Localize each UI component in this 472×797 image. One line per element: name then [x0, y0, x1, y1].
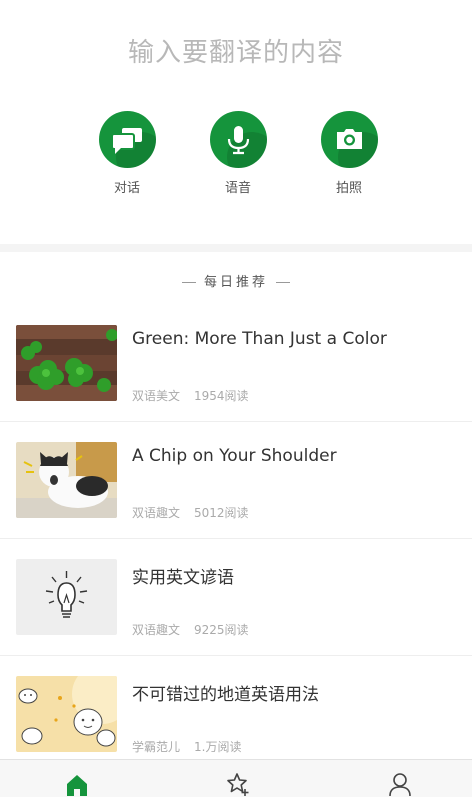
- section-heading-text: 每日推荐: [203, 275, 268, 290]
- chat-bubbles-icon: [98, 111, 156, 168]
- article-item[interactable]: Green: More Than Just a Color 双语美文 1954阅读: [0, 305, 472, 422]
- daily-recommend-section: 每日推荐 Green: More Than Just a Color 双语美文 1…: [0, 252, 472, 773]
- chat-mode-label: 对话: [113, 181, 140, 196]
- chat-mode-button[interactable]: 对话: [82, 111, 172, 196]
- article-thumbnail-cartoon: [16, 676, 117, 752]
- article-item[interactable]: 实用英文谚语 双语趣文 9225阅读: [0, 539, 472, 656]
- article-category: 双语美文: [132, 389, 181, 403]
- camera-mode-label: 拍照: [335, 181, 362, 196]
- tab-profile[interactable]: [370, 760, 430, 797]
- article-read-count: 1.万阅读: [194, 740, 242, 754]
- user-icon: [389, 773, 411, 796]
- article-thumbnail-clover: [16, 325, 117, 401]
- translate-input[interactable]: 输入要翻译的内容: [0, 32, 472, 69]
- tab-favorites[interactable]: [208, 760, 268, 797]
- article-title: 实用英文谚语: [132, 568, 234, 588]
- camera-icon: [320, 111, 378, 168]
- article-thumbnail-lightbulb: [16, 559, 117, 635]
- article-meta: 双语趣文 5012阅读: [132, 504, 249, 521]
- microphone-icon: [209, 111, 267, 168]
- divider: [276, 282, 290, 283]
- bottom-tab-bar: [0, 759, 472, 797]
- article-category: 双语趣文: [132, 506, 181, 520]
- article-meta: 学霸范儿 1.万阅读: [132, 738, 241, 755]
- divider: [181, 282, 196, 283]
- article-category: 双语趣文: [132, 623, 181, 637]
- article-item[interactable]: A Chip on Your Shoulder 双语趣文 5012阅读: [0, 422, 472, 539]
- article-title: A Chip on Your Shoulder: [132, 446, 337, 466]
- voice-mode-button[interactable]: 语音: [193, 111, 283, 196]
- home-icon: [67, 775, 87, 796]
- article-read-count: 5012阅读: [194, 506, 249, 520]
- star-add-icon: [227, 773, 249, 796]
- tab-home[interactable]: [47, 760, 107, 797]
- camera-mode-button[interactable]: 拍照: [304, 111, 394, 196]
- article-category: 学霸范儿: [132, 740, 181, 754]
- article-thumbnail-cat: [16, 442, 117, 518]
- article-meta: 双语趣文 9225阅读: [132, 621, 249, 638]
- article-title: Green: More Than Just a Color: [132, 329, 387, 349]
- article-meta: 双语美文 1954阅读: [132, 387, 249, 404]
- article-read-count: 9225阅读: [194, 623, 249, 637]
- voice-mode-label: 语音: [224, 181, 251, 196]
- article-title: 不可错过的地道英语用法: [132, 685, 319, 705]
- article-read-count: 1954阅读: [194, 389, 249, 403]
- article-item[interactable]: 不可错过的地道英语用法 学霸范儿 1.万阅读: [0, 656, 472, 773]
- section-heading: 每日推荐: [0, 271, 472, 290]
- translate-header: 输入要翻译的内容 对话 语音 拍照: [0, 0, 472, 244]
